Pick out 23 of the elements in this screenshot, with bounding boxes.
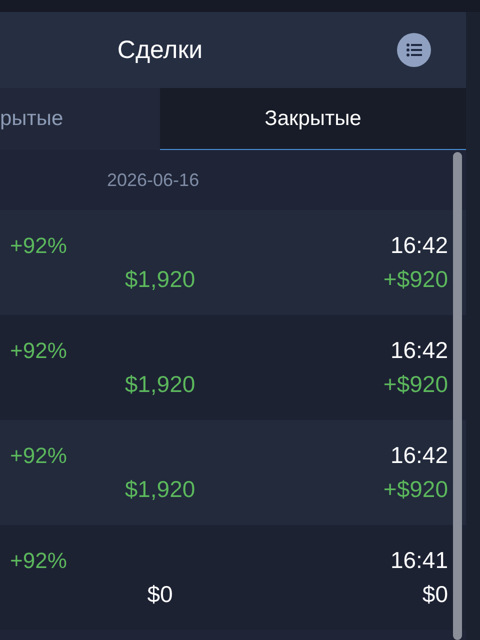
trade-time: 16:42 bbox=[390, 337, 448, 364]
trade-profit: +$920 bbox=[383, 266, 448, 293]
trade-row[interactable]: +92% 16:42 $1,920 +$920 bbox=[0, 210, 466, 315]
screen-title: Сделки bbox=[117, 36, 203, 64]
payout-text: +92% bbox=[9, 338, 68, 364]
date-label: 2026-06-16 bbox=[107, 170, 200, 190]
trade-amount: $1,920 bbox=[124, 266, 196, 293]
trade-time: 16:42 bbox=[390, 232, 448, 259]
trade-amount: $1,920 bbox=[124, 476, 196, 503]
payout-text: +92% bbox=[9, 442, 68, 468]
trade-profit: $0 bbox=[422, 581, 448, 608]
payout-text: +92% bbox=[9, 548, 68, 574]
trade-row[interactable]: +92% 16:42 $1,920 +$920 bbox=[0, 420, 466, 525]
trade-amount: $1,920 bbox=[124, 371, 196, 398]
menu-icon[interactable] bbox=[397, 33, 431, 67]
tab[interactable]: Закрытые bbox=[160, 88, 466, 150]
payout-text: +92% bbox=[9, 232, 68, 258]
trade-time: 16:42 bbox=[390, 442, 448, 469]
trade-profit: +$920 bbox=[383, 371, 448, 398]
trade-amount: $0 bbox=[147, 581, 173, 608]
trade-time: 16:41 bbox=[390, 547, 448, 574]
trade-profit: +$920 bbox=[383, 476, 448, 503]
scrollbar[interactable] bbox=[453, 152, 462, 640]
